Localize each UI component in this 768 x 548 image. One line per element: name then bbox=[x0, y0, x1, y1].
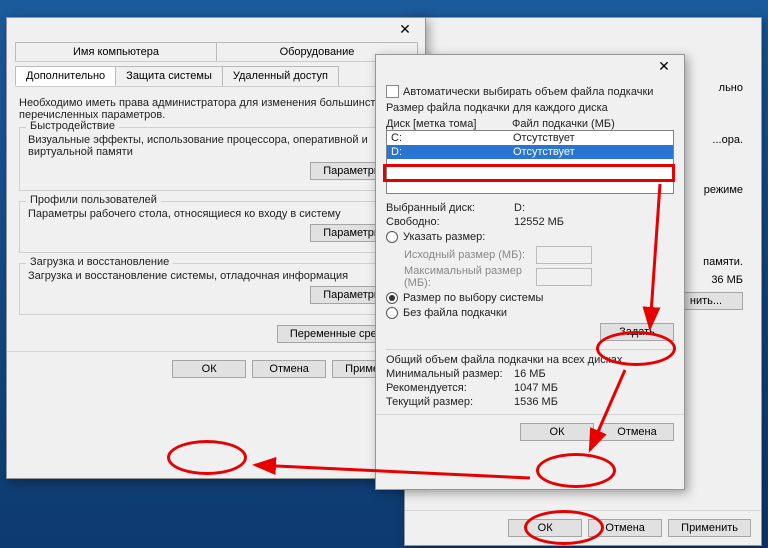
radio-label: Указать размер: bbox=[403, 231, 485, 243]
selected-drive-label: Выбранный диск: bbox=[386, 202, 514, 214]
checkbox-box[interactable] bbox=[386, 85, 399, 98]
maximum-size-label: Максимальный размер (МБ): bbox=[404, 265, 536, 289]
performance-desc: Визуальные эффекты, использование процес… bbox=[28, 134, 404, 158]
titlebar: ✕ bbox=[376, 55, 684, 79]
group-title: Загрузка и восстановление bbox=[26, 256, 173, 268]
titlebar bbox=[405, 18, 761, 42]
selected-drive-value: D: bbox=[514, 202, 525, 214]
titlebar: ✕ bbox=[7, 18, 425, 42]
initial-size-input bbox=[536, 246, 592, 264]
tab-computer-name[interactable]: Имя компьютера bbox=[15, 42, 217, 61]
radio-system-managed[interactable]: Размер по выбору системы bbox=[386, 292, 674, 304]
free-space-label: Свободно: bbox=[386, 216, 514, 228]
drive-cell: C: bbox=[391, 132, 513, 144]
drive-row-d[interactable]: D: Отсутствует bbox=[387, 145, 673, 159]
ok-button[interactable]: ОК bbox=[172, 360, 246, 378]
radio-label: Без файла подкачки bbox=[403, 307, 507, 319]
auto-manage-label: Автоматически выбирать объем файла подка… bbox=[403, 86, 653, 98]
auto-manage-checkbox[interactable]: Автоматически выбирать объем файла подка… bbox=[386, 85, 674, 98]
radio-icon bbox=[386, 231, 398, 243]
group-title: Профили пользователей bbox=[26, 194, 161, 206]
current-size-label: Текущий размер: bbox=[386, 396, 514, 408]
pagefile-cell: Отсутствует bbox=[513, 132, 575, 144]
ok-button[interactable]: ОК bbox=[520, 423, 594, 441]
tab-row-2: Дополнительно Защита системы Удаленный д… bbox=[15, 66, 417, 87]
col-drive: Диск [метка тома] bbox=[386, 118, 512, 130]
cancel-button[interactable]: Отмена bbox=[252, 360, 326, 378]
tab-row-1: Имя компьютера Оборудование bbox=[15, 42, 417, 62]
current-size-value: 1536 МБ bbox=[514, 396, 558, 408]
profiles-group: Профили пользователей Параметры рабочего… bbox=[19, 201, 413, 253]
cancel-button[interactable]: Отмена bbox=[588, 519, 662, 537]
recommended-value: 1047 МБ bbox=[514, 382, 558, 394]
text-fragment: режиме bbox=[704, 184, 743, 196]
radio-label: Размер по выбору системы bbox=[403, 292, 543, 304]
col-file: Файл подкачки (МБ) bbox=[512, 118, 615, 130]
drive-list[interactable]: C: Отсутствует D: Отсутствует bbox=[386, 130, 674, 194]
maximum-size-input bbox=[536, 268, 592, 286]
list-title: Размер файла подкачки для каждого диска bbox=[386, 102, 674, 114]
radio-icon bbox=[386, 292, 398, 304]
tab-system-protection[interactable]: Защита системы bbox=[115, 66, 223, 86]
drive-cell: D: bbox=[391, 146, 513, 158]
profiles-desc: Параметры рабочего стола, относящиеся ко… bbox=[28, 208, 404, 220]
drive-list-header: Диск [метка тома] Файл подкачки (МБ) bbox=[386, 118, 674, 130]
close-icon[interactable]: ✕ bbox=[648, 57, 680, 75]
radio-custom-size[interactable]: Указать размер: bbox=[386, 231, 674, 243]
min-size-label: Минимальный размер: bbox=[386, 368, 514, 380]
virtual-memory-dialog: ✕ Автоматически выбирать объем файла под… bbox=[375, 54, 685, 490]
tab-remote[interactable]: Удаленный доступ bbox=[222, 66, 339, 86]
startup-group: Загрузка и восстановление Загрузка и вос… bbox=[19, 263, 413, 315]
radio-icon bbox=[386, 307, 398, 319]
system-properties-window: ✕ Имя компьютера Оборудование Дополнител… bbox=[6, 17, 426, 479]
group-title: Быстродействие bbox=[26, 120, 119, 132]
text-fragment: 36 МБ bbox=[711, 274, 743, 286]
initial-size-label: Исходный размер (МБ): bbox=[404, 249, 536, 261]
radio-no-paging[interactable]: Без файла подкачки bbox=[386, 307, 674, 319]
startup-desc: Загрузка и восстановление системы, отлад… bbox=[28, 270, 404, 282]
intro-text: Необходимо иметь права администратора дл… bbox=[19, 97, 413, 121]
text-fragment: памяти. bbox=[703, 256, 743, 268]
recommended-label: Рекомендуется: bbox=[386, 382, 514, 394]
pagefile-cell: Отсутствует bbox=[513, 146, 575, 158]
drive-row-c[interactable]: C: Отсутствует bbox=[387, 131, 673, 145]
cancel-button[interactable]: Отмена bbox=[600, 423, 674, 441]
performance-group: Быстродействие Визуальные эффекты, испол… bbox=[19, 127, 413, 191]
ok-button[interactable]: ОК bbox=[508, 519, 582, 537]
set-button[interactable]: Задать bbox=[600, 323, 674, 341]
free-space-value: 12552 МБ bbox=[514, 216, 564, 228]
close-icon[interactable]: ✕ bbox=[389, 20, 421, 38]
total-title: Общий объем файла подкачки на всех диска… bbox=[386, 354, 674, 366]
apply-button[interactable]: Применить bbox=[668, 519, 751, 537]
min-size-value: 16 МБ bbox=[514, 368, 546, 380]
tab-advanced[interactable]: Дополнительно bbox=[15, 66, 116, 86]
